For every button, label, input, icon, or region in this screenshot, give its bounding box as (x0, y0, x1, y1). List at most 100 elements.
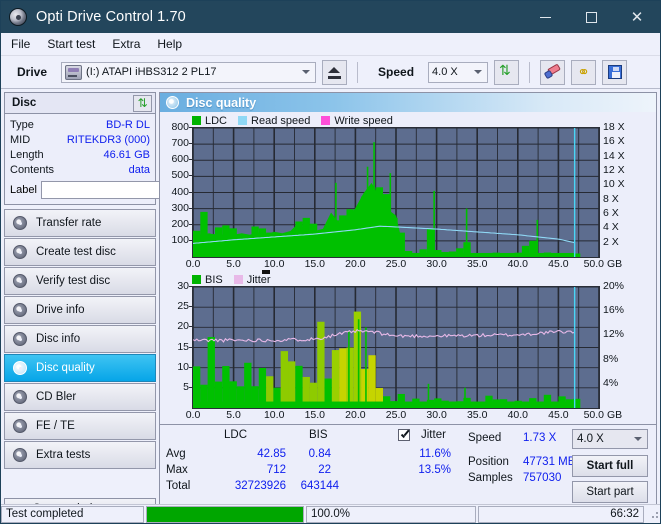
erase-button[interactable] (540, 60, 565, 85)
sidebar-item-fe-te[interactable]: FE / TE (4, 412, 156, 440)
eraser-icon (545, 66, 561, 79)
menu-item-help[interactable]: Help (157, 37, 182, 51)
sidebar-item-drive-info[interactable]: Drive info (4, 296, 156, 324)
bis-y2-axis: 4%8%12%16%20% (600, 286, 634, 407)
sidebar-spacer (4, 470, 156, 498)
disc-row-length: Length 46.61 GB (10, 147, 150, 162)
y2-tick-label: 8% (603, 353, 618, 365)
stats-row-total-label: Total (166, 480, 190, 492)
bis-chart-legend: BIS Jitter (162, 273, 654, 286)
y2-tick-label: 16 X (603, 135, 625, 147)
legend-swatch-write-speed (321, 116, 330, 125)
sidebar-item-cd-bler[interactable]: CD Bler (4, 383, 156, 411)
refresh-icon: ⇅ (499, 65, 514, 80)
x-tick-label: 25.0 (386, 409, 406, 421)
disc-row-contents: Contents data (10, 162, 150, 177)
minimize-button[interactable] (522, 1, 568, 33)
ldc-y-axis: 100200300400500600700800 (162, 127, 192, 256)
bis-plot (192, 286, 600, 409)
disc-icon (13, 274, 27, 288)
y2-tick-label: 6 X (603, 207, 619, 219)
x-tick-label: 20.0 (345, 258, 365, 270)
app-window: Opti Drive Control 1.70 ✕ File Start tes… (0, 0, 661, 524)
menu-item-file[interactable]: File (11, 37, 30, 51)
y2-tick-label: 18 X (603, 121, 625, 133)
sidebar-item-label: Extra tests (36, 449, 90, 461)
y2-tick-label: 4% (603, 377, 618, 389)
window-title: Opti Drive Control 1.70 (36, 9, 186, 25)
stats-header-bis: BIS (309, 429, 328, 441)
resize-grip[interactable] (648, 508, 660, 520)
y2-tick-label: 20% (603, 280, 624, 292)
samples-stat-label: Samples (468, 472, 513, 484)
close-button[interactable]: ✕ (614, 1, 660, 33)
drive-icon (65, 65, 82, 80)
link-button[interactable]: ⚭ (571, 60, 596, 85)
sidebar-item-disc-info[interactable]: Disc info (4, 325, 156, 353)
y2-tick-label: 14 X (603, 150, 625, 162)
speed-select[interactable]: 4.0 X (428, 62, 488, 83)
disc-row-length-label: Length (10, 149, 44, 161)
app-icon (9, 8, 27, 26)
bis-chart: BIS Jitter 51015202530 4%8%12%16%20% 0.0… (162, 273, 654, 424)
sidebar-item-disc-quality[interactable]: Disc quality (4, 354, 156, 382)
start-part-button[interactable]: Start part (572, 481, 648, 503)
disc-label-caption: Label (10, 184, 37, 196)
sidebar-item-label: CD Bler (36, 391, 76, 403)
toolbar-divider-2 (529, 62, 530, 83)
y-tick-label: 300 (171, 202, 189, 214)
drag-marker-icon[interactable] (262, 270, 270, 274)
plot-canvas (193, 287, 599, 408)
drive-select[interactable]: (I:) ATAPI iHBS312 2 PL17 (61, 62, 316, 83)
plot-canvas (193, 128, 599, 257)
disc-icon (13, 419, 27, 433)
y-tick-label: 25 (177, 300, 189, 312)
sidebar-item-label: FE / TE (36, 420, 75, 432)
disc-row-length-value: 46.61 GB (104, 149, 150, 161)
eject-button[interactable] (322, 60, 347, 85)
save-button[interactable] (602, 60, 627, 85)
start-full-button[interactable]: Start full (572, 455, 648, 477)
charts-container: LDC Read speed Write speed 1002003004005… (160, 112, 656, 424)
chevron-down-icon (634, 437, 642, 441)
disc-row-type-label: Type (10, 119, 34, 131)
x-tick-label: 15.0 (305, 258, 325, 270)
disc-info-list: Type BD-R DL MID RITEKDR3 (000) Length 4… (5, 114, 155, 204)
stats-total-ldc: 32723926 (206, 480, 286, 492)
x-tick-label: 0.0 (186, 258, 201, 270)
jitter-checkbox[interactable] (398, 429, 410, 442)
legend-swatch-read-speed (238, 116, 247, 125)
sidebar-item-create-test-disc[interactable]: Create test disc (4, 238, 156, 266)
sidebar: Disc ⇅ Type BD-R DL MID RITEKDR3 (000) L… (1, 89, 159, 523)
disc-refresh-button[interactable]: ⇅ (133, 95, 152, 112)
x-tick-label: 0.0 (186, 409, 201, 421)
disc-quality-panel: Disc quality LDC Read speed Write speed (159, 92, 657, 523)
x-tick-label: 40.0 (508, 409, 528, 421)
menu-item-start-test[interactable]: Start test (47, 37, 95, 51)
stats-header-jitter: Jitter (421, 429, 446, 441)
disc-icon (166, 96, 179, 109)
maximize-button[interactable] (568, 1, 614, 33)
sidebar-item-label: Drive info (36, 304, 85, 316)
sidebar-item-extra-tests[interactable]: Extra tests (4, 441, 156, 469)
toolbar: Drive (I:) ATAPI iHBS312 2 PL17 Speed 4.… (1, 56, 660, 89)
refresh-button[interactable]: ⇅ (494, 60, 519, 85)
samples-stat-value: 757030 (523, 472, 561, 484)
disc-row-mid: MID RITEKDR3 (000) (10, 132, 150, 147)
stats-speed-select[interactable]: 4.0 X (572, 429, 648, 449)
disc-row-type-value: BD-R DL (106, 119, 150, 131)
sidebar-item-transfer-rate[interactable]: Transfer rate (4, 209, 156, 237)
sidebar-item-label: Disc quality (36, 362, 95, 374)
window-controls: ✕ (522, 1, 660, 33)
disc-icon (13, 361, 27, 375)
x-tick-label: 45.0 (548, 409, 568, 421)
stats-max-ldc: 712 (221, 464, 286, 476)
sidebar-item-verify-test-disc[interactable]: Verify test disc (4, 267, 156, 295)
disc-icon (13, 448, 27, 462)
menu-item-extra[interactable]: Extra (112, 37, 140, 51)
status-bar: Test completed 100.0% 66:32 (1, 504, 660, 523)
disc-icon (13, 303, 27, 317)
disc-label-row: Label (10, 180, 150, 200)
stats-max-jitter: 13.5% (396, 464, 451, 476)
elapsed-time: 66:32 (478, 506, 644, 523)
